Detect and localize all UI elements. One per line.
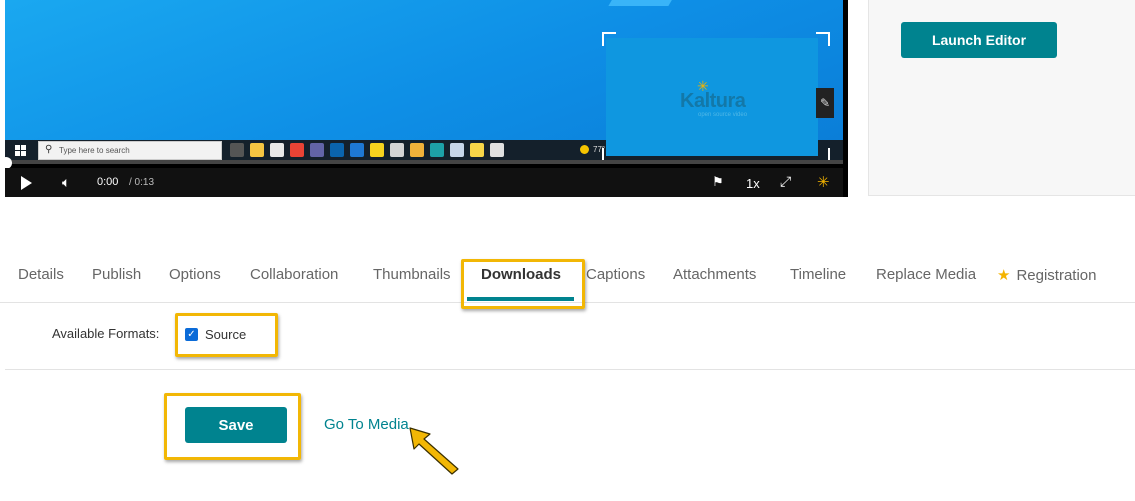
sticky-notes-icon [370,143,384,157]
tab-publish[interactable]: Publish [92,266,141,283]
tab-thumbnails[interactable]: Thumbnails [373,266,451,283]
kaltura-logo-overlay: ✳ Kaltura open source video [606,38,818,156]
section-divider [5,369,1135,370]
app-icon [390,143,404,157]
word-icon [350,143,364,157]
store-icon [270,143,284,157]
fullscreen-icon[interactable]: ⤢ [780,173,791,190]
play-icon[interactable] [21,176,32,190]
flag-icon[interactable]: ⚑ [712,174,724,190]
tab-captions[interactable]: Captions [586,266,645,283]
highlight-box-source [175,313,278,357]
taskbar-search: ⚲ Type here to search [38,141,222,160]
current-time: 0:00 [97,176,119,188]
crop-corner [816,32,830,46]
folder-icon [250,143,264,157]
outlook-icon [330,143,344,157]
notes-icon [470,143,484,157]
tab-attachments[interactable]: Attachments [673,266,756,283]
playback-speed-button[interactable]: 1x [746,176,760,191]
tab-details[interactable]: Details [18,266,64,283]
pencil-icon: ✎ [816,88,834,118]
tab-registration[interactable]: ★ Registration [997,266,1097,284]
app-icon [450,143,464,157]
windows-icon [15,145,26,156]
tab-timeline[interactable]: Timeline [790,266,846,283]
go-to-media-link[interactable]: Go To Media [324,416,409,433]
capture-icon [490,143,504,157]
teams-icon [310,143,324,157]
task-view-icon [230,143,244,157]
edge-icon [430,143,444,157]
volume-icon[interactable]: 🔈︎ [62,174,70,191]
lock-icon [410,143,424,157]
tab-options[interactable]: Options [169,266,221,283]
available-formats-label: Available Formats: [52,326,160,341]
taskbar-app-icons [230,143,504,158]
duration: / 0:13 [129,177,155,188]
player-controls: 🔈︎ 0:00 / 0:13 ⚑ 1x ⤢ ✳ [5,168,843,197]
chrome-icon [290,143,304,157]
highlight-box-downloads-tab [461,259,585,309]
crop-corner [602,32,616,46]
progress-bar[interactable] [5,160,843,164]
launch-editor-button[interactable]: Launch Editor [901,22,1057,58]
star-icon: ★ [997,267,1011,284]
search-icon: ⚲ [45,144,53,155]
tab-collaboration[interactable]: Collaboration [250,266,338,283]
kaltura-icon[interactable]: ✳ [817,173,830,191]
highlight-box-save [164,393,301,460]
tab-replace-media[interactable]: Replace Media [876,266,976,283]
annotation-arrow-icon [409,427,459,475]
kaltura-tagline: open source video [698,112,748,118]
kaltura-logo-text: Kaltura [680,90,746,112]
